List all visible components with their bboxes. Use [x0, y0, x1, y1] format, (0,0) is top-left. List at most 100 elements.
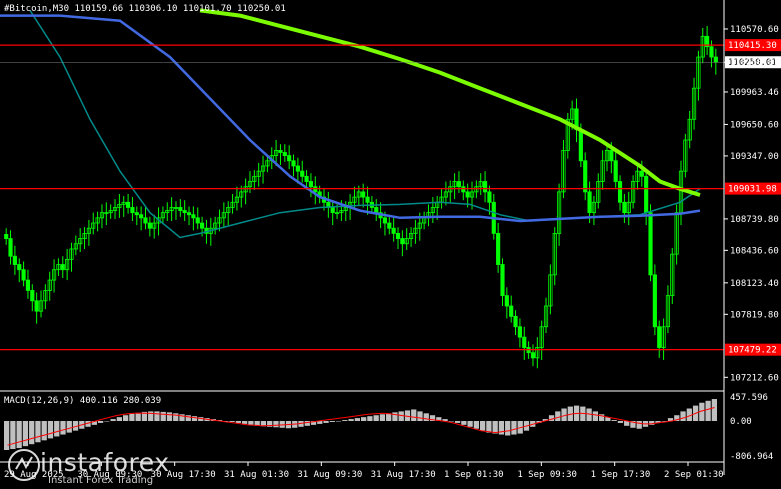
macd-bar	[448, 421, 454, 422]
candle-body	[278, 150, 283, 153]
candle-body	[587, 191, 592, 214]
macd-bar	[555, 411, 561, 421]
candle-body	[60, 264, 65, 271]
candle-body	[139, 214, 144, 219]
ma-slow-line	[199, 8, 701, 197]
price-chart[interactable]: 110415.30 109031.98 107479.22 110250.01 110…	[0, 0, 781, 489]
candle-body	[382, 217, 388, 224]
macd-bar	[342, 420, 348, 421]
macd-bar	[235, 421, 241, 423]
macd-bar	[361, 417, 367, 421]
candle-body	[282, 152, 287, 157]
candle-body	[461, 186, 466, 193]
candle-body	[147, 222, 152, 229]
macd-bar	[123, 415, 129, 421]
macd-bar	[611, 420, 617, 421]
candle-body	[34, 300, 39, 312]
macd-bar	[411, 409, 417, 421]
macd-signal-line	[7, 407, 715, 446]
macd-bar	[47, 421, 54, 439]
macd-bar	[16, 421, 22, 449]
candle-body	[530, 352, 536, 359]
macd-bar	[35, 421, 41, 443]
macd-bar	[116, 417, 122, 421]
macd-bar	[498, 421, 505, 435]
macd-bar	[636, 421, 642, 429]
candle-body	[617, 181, 623, 203]
macd-bar	[160, 411, 166, 421]
candle-body	[287, 155, 292, 162]
candle-body	[709, 46, 714, 58]
candle-body	[713, 56, 718, 63]
candle-body	[395, 232, 401, 239]
macd-bar	[480, 421, 486, 431]
macd-bar	[392, 412, 398, 421]
macd-bar	[348, 419, 354, 421]
candles	[4, 25, 718, 369]
symbol-label: #Bitcoin,M30	[4, 4, 70, 14]
macd-bar	[242, 421, 248, 424]
candle-body	[622, 201, 627, 214]
macd-bar	[335, 421, 342, 422]
price-label: 108436.60	[730, 246, 779, 256]
candle-body	[609, 150, 614, 162]
macd-bar	[22, 421, 29, 447]
macd-label: MACD(12,26,9) 400.116 280.039	[4, 396, 162, 406]
candle-body	[304, 175, 309, 182]
watermark-brand: instaforex	[40, 448, 170, 477]
chart-window[interactable]: 110415.30 109031.98 107479.22 110250.01 110…	[0, 0, 781, 489]
candle-body	[182, 210, 187, 214]
candle-body	[487, 191, 492, 203]
macd-bar	[173, 413, 179, 421]
macd-bar	[304, 421, 310, 426]
candle-body	[191, 214, 196, 219]
candle-body	[130, 207, 135, 214]
candle-body	[21, 269, 26, 281]
macd-bar	[711, 399, 717, 421]
macd-bar	[467, 421, 473, 427]
macd-bar	[66, 421, 72, 433]
candle-body	[291, 160, 296, 167]
macd-bar	[379, 414, 386, 421]
macd-bar	[97, 421, 104, 423]
price-label: 109650.60	[730, 120, 779, 130]
level-label: 107479.22	[728, 346, 777, 356]
macd-axis-label: 457.596	[730, 393, 768, 403]
candle-body	[456, 181, 462, 188]
candle-body	[200, 222, 205, 229]
candle-body	[613, 160, 618, 182]
candle-body	[365, 196, 370, 203]
macd-bar	[354, 418, 360, 421]
candle-body	[517, 326, 522, 338]
candle-body	[509, 305, 514, 317]
candle-body	[648, 212, 653, 276]
macd-bar	[486, 421, 492, 433]
price-label: 107819.80	[730, 310, 779, 320]
macd-bar	[41, 421, 47, 441]
candle-body	[513, 315, 518, 328]
candle-body	[12, 255, 17, 265]
candle-body	[361, 191, 366, 198]
macd-bar	[273, 421, 279, 428]
candle-body	[30, 290, 35, 302]
price-label: 108739.80	[730, 215, 779, 225]
candle-body	[391, 227, 396, 234]
macd-bar	[60, 421, 66, 435]
macd-bar	[229, 421, 235, 422]
candle-body	[578, 129, 583, 162]
macd-bar	[423, 413, 429, 421]
candle-body	[652, 274, 657, 328]
candle-body	[295, 165, 300, 172]
candle-body	[330, 207, 335, 214]
macd-bar	[511, 421, 517, 435]
macd-bar	[166, 412, 173, 421]
candle-body	[483, 181, 488, 193]
chart-header: #Bitcoin,M30 110159.66 110306.10 110101.…	[4, 4, 286, 14]
macd-axis-label: 0.00	[730, 417, 752, 427]
time-label: 31 Aug 17:30	[371, 470, 436, 480]
macd-axis-label: -806.964	[730, 452, 773, 462]
macd-bar	[135, 412, 141, 421]
price-label: 109963.46	[730, 88, 779, 98]
macd-bar	[110, 419, 116, 421]
candle-body	[308, 181, 314, 188]
